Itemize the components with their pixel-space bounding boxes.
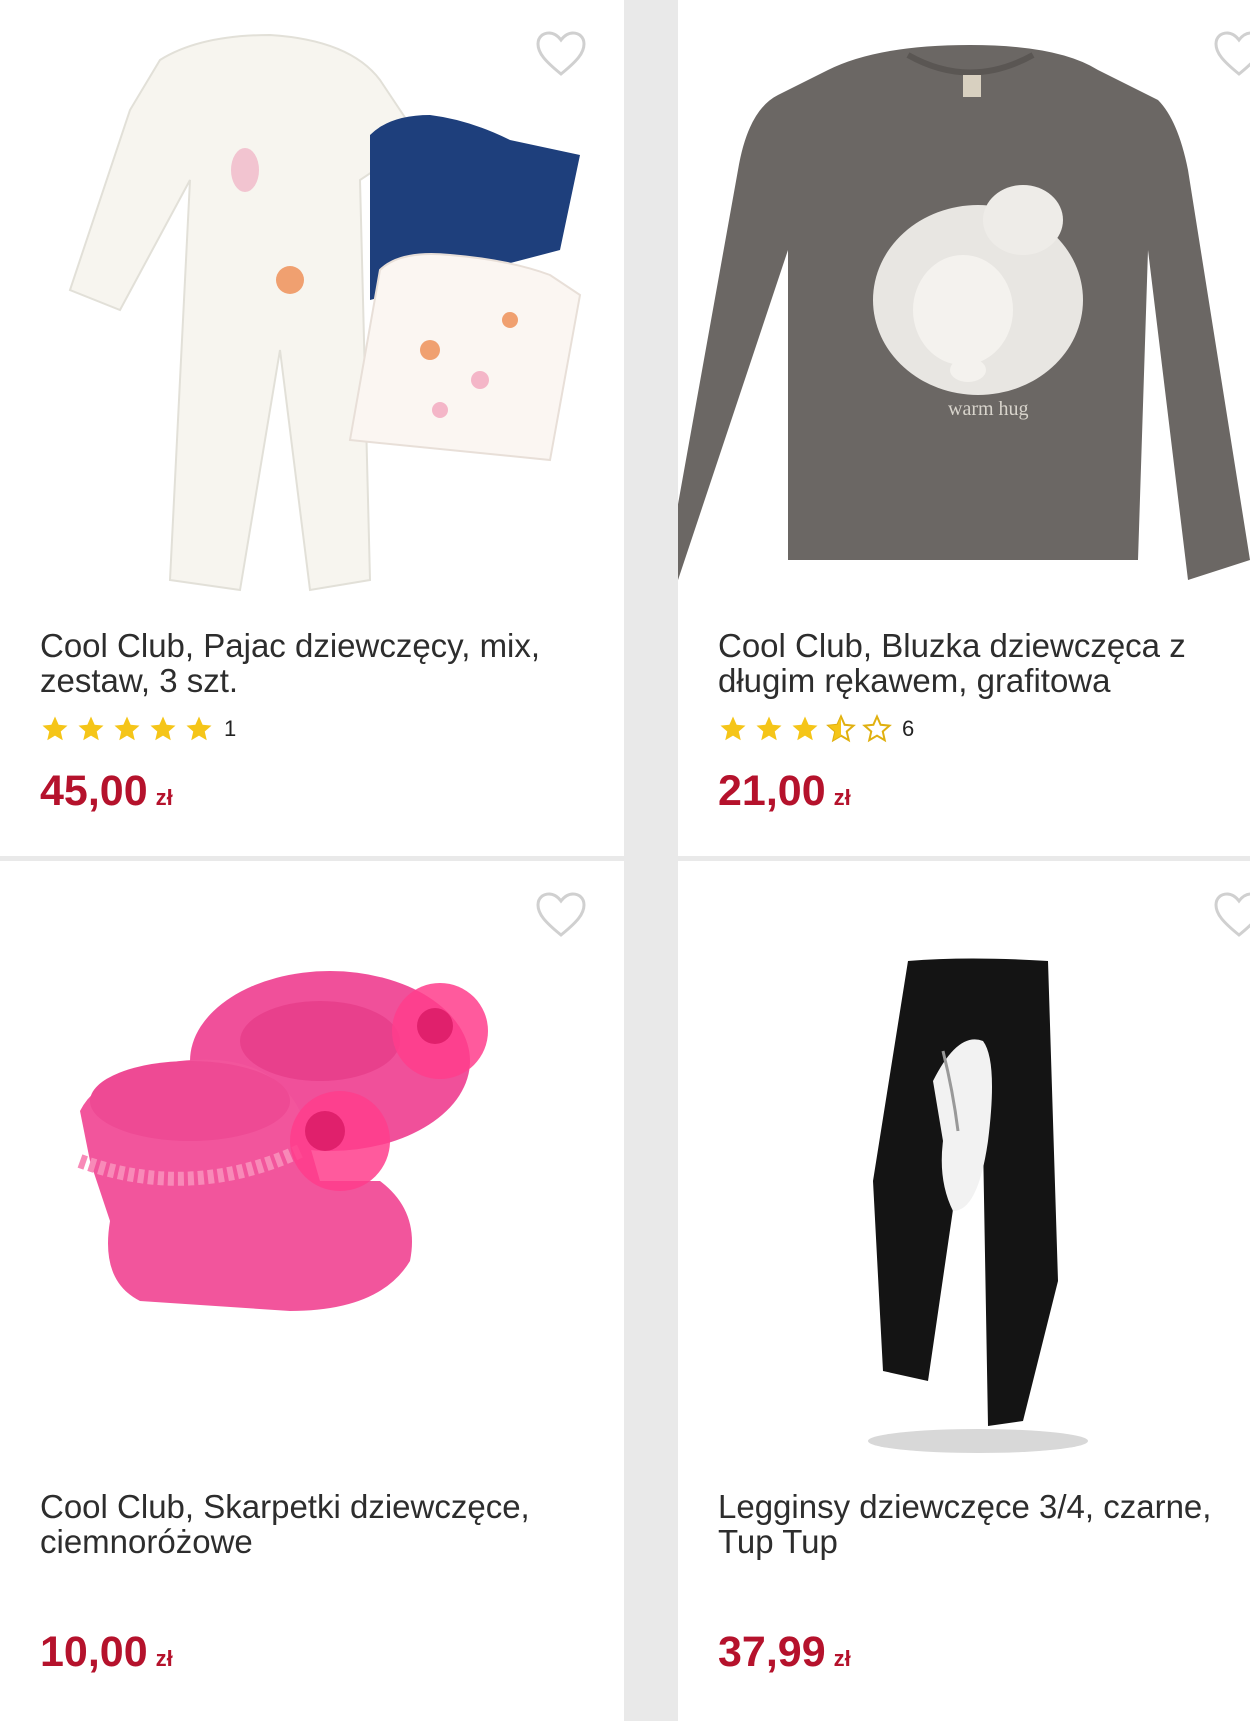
- star-filled-icon: [186, 716, 212, 741]
- product-title[interactable]: Legginsy dziewczęce 3/4, czarne, Tup Tup: [718, 1489, 1238, 1559]
- product-rating: 6: [718, 712, 914, 746]
- black-leggings-image[interactable]: [678, 881, 1250, 1471]
- product-card[interactable]: Legginsy dziewczęce 3/4, czarne, Tup Tup…: [678, 861, 1250, 1721]
- product-title[interactable]: Cool Club, Pajac dziewczęcy, mix, zestaw…: [40, 628, 580, 698]
- product-grid: Cool Club, Pajac dziewczęcy, mix, zestaw…: [0, 0, 1250, 1721]
- product-title[interactable]: Cool Club, Skarpetki dziewczęce, ciemnor…: [40, 1489, 580, 1559]
- price-value: 45,00: [40, 767, 148, 815]
- star-filled-icon: [792, 716, 818, 741]
- price-value: 10,00: [40, 1628, 148, 1676]
- pink-baby-socks-image[interactable]: [40, 881, 584, 1471]
- rating-count: 6: [902, 716, 915, 741]
- baby-onesie-set-image[interactable]: [40, 20, 584, 610]
- star-filled-icon: [720, 716, 746, 741]
- product-card[interactable]: Cool Club, Skarpetki dziewczęce, ciemnor…: [0, 861, 624, 1721]
- star-filled-icon: [78, 716, 104, 741]
- price-currency: zł: [155, 1646, 173, 1671]
- star-filled-icon: [42, 716, 68, 741]
- price-value: 37,99: [718, 1628, 826, 1676]
- price-currency: zł: [833, 1646, 851, 1671]
- star-empty-icon: [862, 714, 892, 743]
- price-value: 21,00: [718, 767, 826, 815]
- price-currency: zł: [833, 785, 851, 810]
- star-filled-icon: [756, 716, 782, 741]
- product-price: 10,00 zł: [40, 1627, 173, 1684]
- product-rating: 1: [40, 712, 236, 746]
- product-card[interactable]: warm hug Cool Club, Bluzka dziewczęca z …: [678, 0, 1250, 856]
- product-card[interactable]: Cool Club, Pajac dziewczęcy, mix, zestaw…: [0, 0, 624, 856]
- product-title[interactable]: Cool Club, Bluzka dziewczęca z długim rę…: [718, 628, 1238, 698]
- product-price: 45,00 zł: [40, 766, 173, 823]
- product-price: 37,99 zł: [718, 1627, 851, 1684]
- rating-count: 1: [224, 716, 237, 741]
- product-price: 21,00 zł: [718, 766, 851, 823]
- price-currency: zł: [155, 785, 173, 810]
- grey-sweatshirt-image[interactable]: warm hug: [678, 20, 1250, 610]
- star-half-icon: [826, 714, 856, 743]
- star-filled-icon: [114, 716, 140, 741]
- svg-text:warm hug: warm hug: [948, 398, 1029, 420]
- star-filled-icon: [150, 716, 176, 741]
